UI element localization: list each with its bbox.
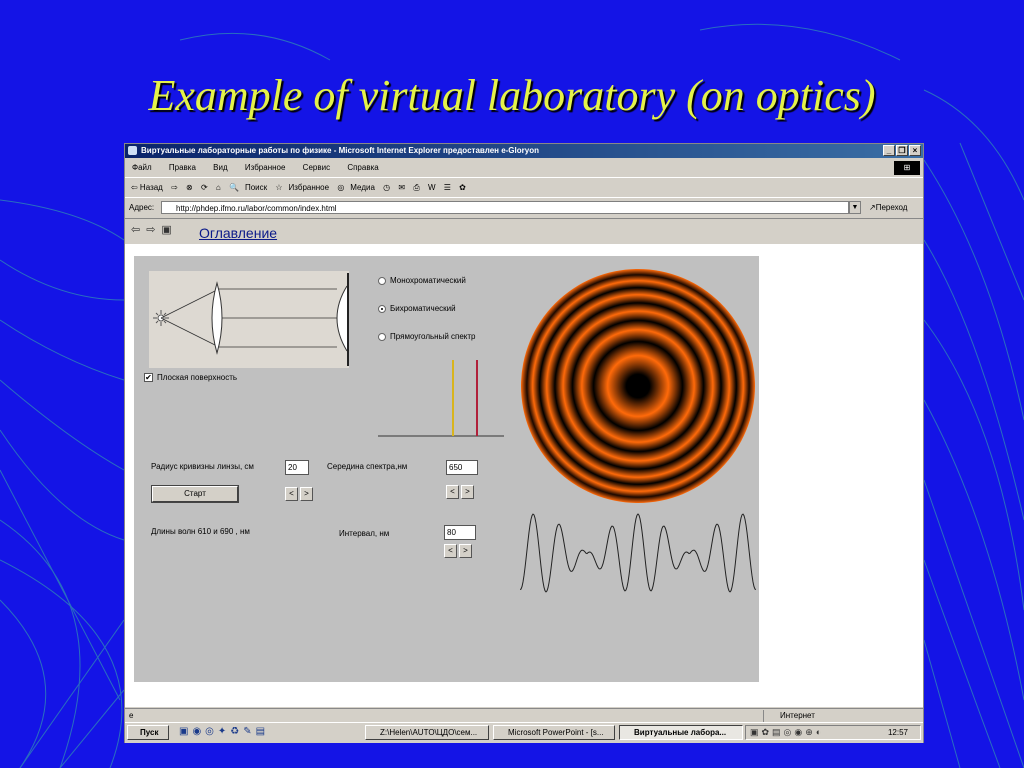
radio-dot-selected	[378, 304, 386, 313]
slide-title: Example of virtual laboratory (on optics…	[148, 71, 876, 120]
task-powerpoint[interactable]: Microsoft PowerPoint - [s...	[493, 725, 615, 740]
window-titlebar[interactable]: Виртуальные лабораторные работы по физик…	[125, 144, 923, 158]
search-button[interactable]: 🔍 Поиск	[229, 183, 267, 192]
radio-rectangular-spectrum[interactable]: Прямоугольный спектр	[378, 332, 476, 341]
taskbar: Пуск ▣◉◎✦♻✎▤ Z:\Helen\AUTO\ЦДО\сем... Mi…	[125, 722, 923, 743]
page-status-icon: e	[129, 711, 134, 720]
lens-radius-stepper: < >	[285, 487, 313, 501]
print-icon[interactable]: ⎙	[413, 183, 419, 192]
back-button[interactable]: ⇦ Назад	[131, 183, 163, 192]
radio-dot	[378, 276, 386, 285]
close-button[interactable]: ×	[909, 145, 921, 156]
media-button[interactable]: ◎ Медиа	[337, 183, 375, 192]
newton-rings	[521, 269, 755, 503]
go-button[interactable]: ↗Переход	[869, 199, 907, 217]
edit-icon[interactable]: W	[428, 183, 436, 192]
home-icon[interactable]: ⌂	[216, 183, 221, 192]
lens-radius-input[interactable]: 20	[285, 460, 309, 475]
radio-bichromatic[interactable]: Бихроматический	[378, 304, 456, 313]
address-label: Адрес:	[129, 203, 155, 212]
start-button[interactable]: Пуск	[127, 725, 169, 740]
maximize-button[interactable]: ❐	[896, 145, 908, 156]
flat-plate	[347, 273, 349, 366]
spectrum-center-decrease-button[interactable]: <	[446, 485, 459, 499]
page-nav: ⇦⇨▣ Оглавление	[125, 218, 923, 245]
task-explorer[interactable]: Z:\Helen\AUTO\ЦДО\сем...	[365, 725, 489, 740]
interval-increase-button[interactable]: >	[459, 544, 472, 558]
radio-monochromatic[interactable]: Монохроматический	[378, 276, 466, 285]
address-bar: Адрес: http://phdep.ifmo.ru/labor/common…	[125, 199, 923, 217]
menu-help[interactable]: Справка	[347, 163, 378, 172]
status-bar: e Интернет	[125, 708, 923, 723]
window-title: Виртуальные лабораторные работы по физик…	[141, 146, 539, 155]
ie-icon	[128, 146, 137, 155]
interval-label: Интервал, нм	[339, 529, 390, 538]
menu-bar: Файл Правка Вид Избранное Сервис Справка…	[125, 159, 923, 178]
forward-button[interactable]: ⇨	[171, 183, 178, 192]
spectrum-center-label: Середина спектра,нм	[327, 462, 408, 471]
menu-favorites[interactable]: Избранное	[245, 163, 286, 172]
toolbar: ⇦ Назад ⇨ ⊗ ⟳ ⌂ 🔍 Поиск ☆ Избранное ◎ Медиа…	[125, 179, 923, 198]
menu-edit[interactable]: Правка	[169, 163, 196, 172]
discuss-icon[interactable]: ☰	[444, 183, 451, 192]
menu-view[interactable]: Вид	[213, 163, 227, 172]
menu-file[interactable]: Файл	[132, 163, 152, 172]
clock: 12:57	[887, 728, 908, 737]
intensity-plot	[520, 513, 756, 593]
checkbox-check-icon: ✔	[144, 373, 153, 383]
wavelengths-label: Длины волн 610 и 690 , нм	[151, 527, 250, 536]
spectrum-center-stepper: < >	[446, 485, 474, 499]
lens-radius-increase-button[interactable]: >	[300, 487, 313, 501]
spectrum-plot	[378, 360, 504, 437]
address-dropdown-icon[interactable]: ▼	[849, 201, 861, 214]
browser-window: Виртуальные лабораторные работы по физик…	[124, 143, 924, 743]
messenger-icon[interactable]: ✿	[459, 183, 466, 192]
page-nav-icons[interactable]: ⇦⇨▣	[131, 223, 178, 236]
interval-decrease-button[interactable]: <	[444, 544, 457, 558]
lens-radius-label: Радиус кривизны линзы, см	[151, 462, 254, 471]
toc-link[interactable]: Оглавление	[199, 225, 277, 241]
mail-icon[interactable]: ✉	[398, 183, 405, 192]
page-content: ✔ Плоская поверхность Монохроматический Б…	[125, 244, 923, 707]
spectrum-center-input[interactable]: 650	[446, 460, 478, 475]
history-icon[interactable]: ◷	[383, 183, 390, 192]
radio-dot	[378, 332, 386, 341]
minimize-button[interactable]: _	[883, 145, 895, 156]
menu-tools[interactable]: Сервис	[303, 163, 330, 172]
system-tray: ▣✿▤◎◉⊕◐ 12:57	[745, 725, 921, 740]
lens-radius-decrease-button[interactable]: <	[285, 487, 298, 501]
interval-input[interactable]: 80	[444, 525, 476, 540]
windows-logo-icon: ⊞	[894, 161, 920, 175]
flat-surface-checkbox[interactable]: ✔ Плоская поверхность	[144, 373, 237, 383]
start-button[interactable]: Старт	[151, 485, 239, 503]
security-zone: Интернет	[763, 710, 923, 722]
spectrum-center-increase-button[interactable]: >	[461, 485, 474, 499]
interval-stepper: < >	[444, 544, 472, 558]
task-ie[interactable]: Виртуальные лабора...	[619, 725, 743, 740]
optical-scheme	[149, 271, 349, 368]
lab-applet: ✔ Плоская поверхность Монохроматический Б…	[134, 256, 759, 682]
refresh-icon[interactable]: ⟳	[201, 183, 208, 192]
stop-icon[interactable]: ⊗	[186, 183, 193, 192]
favorites-button[interactable]: ☆ Избранное	[275, 183, 329, 192]
tray-icons[interactable]: ▣✿▤◎◉⊕◐	[750, 726, 824, 739]
address-input[interactable]: http://phdep.ifmo.ru/labor/common/index.…	[161, 201, 849, 214]
quick-launch-icons[interactable]: ▣◉◎✦♻✎▤	[179, 726, 269, 737]
